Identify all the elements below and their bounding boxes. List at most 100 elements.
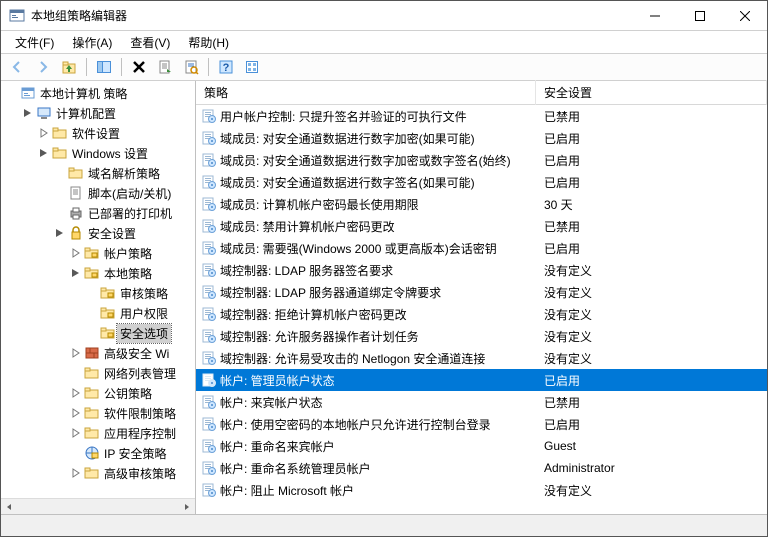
- expand-icon[interactable]: [69, 428, 83, 438]
- menu-action[interactable]: 操作(A): [64, 32, 120, 53]
- menu-help[interactable]: 帮助(H): [180, 32, 237, 53]
- properties-button[interactable]: [179, 55, 203, 79]
- tree-adv-security-win[interactable]: 高级安全 Wi: [67, 343, 195, 363]
- list-row[interactable]: 域控制器: 允许易受攻击的 Netlogon 安全通道连接没有定义: [196, 347, 767, 369]
- delete-button[interactable]: [127, 55, 151, 79]
- policy-item-icon: [200, 218, 218, 234]
- export-list-button[interactable]: [153, 55, 177, 79]
- column-header-policy[interactable]: 策略: [196, 80, 536, 105]
- tree-label: 本地策略: [101, 264, 155, 283]
- list-row[interactable]: 帐户: 阻止 Microsoft 帐户没有定义: [196, 479, 767, 501]
- tree-local-policies[interactable]: 本地策略: [67, 263, 195, 283]
- list-body[interactable]: 用户帐户控制: 只提升签名并验证的可执行文件已禁用域成员: 对安全通道数据进行数…: [196, 105, 767, 514]
- tree-ip-security[interactable]: IP 安全策略: [67, 443, 195, 463]
- refresh-button[interactable]: [240, 55, 264, 79]
- policy-item-icon: [200, 306, 218, 322]
- tree-computer-config[interactable]: 计算机配置: [19, 103, 195, 123]
- tree-label: 域名解析策略: [85, 164, 163, 183]
- tree-app-control[interactable]: 应用程序控制: [67, 423, 195, 443]
- list-row[interactable]: 域成员: 计算机帐户密码最长使用期限30 天: [196, 193, 767, 215]
- tree-label: IP 安全策略: [101, 444, 169, 463]
- policy-setting: 已禁用: [540, 108, 767, 125]
- policy-item-icon: [200, 152, 218, 168]
- tree-security-options[interactable]: 安全选项: [83, 323, 195, 343]
- policy-setting: 没有定义: [540, 482, 767, 499]
- policy-name: 域控制器: 拒绝计算机帐户密码更改: [218, 306, 540, 323]
- policy-item-icon: [200, 196, 218, 212]
- expand-icon[interactable]: [69, 408, 83, 418]
- forward-button[interactable]: [31, 55, 55, 79]
- expand-icon[interactable]: [37, 128, 51, 138]
- tree-software-restriction[interactable]: 软件限制策略: [67, 403, 195, 423]
- collapse-icon[interactable]: [69, 268, 83, 278]
- scroll-right-icon[interactable]: [179, 499, 195, 515]
- folder-lock-icon: [99, 325, 117, 341]
- printer-icon: [67, 205, 85, 221]
- list-row[interactable]: 帐户: 使用空密码的本地帐户只允许进行控制台登录已启用: [196, 413, 767, 435]
- up-button[interactable]: [57, 55, 81, 79]
- tree-security-settings[interactable]: 安全设置: [51, 223, 195, 243]
- list-row[interactable]: 用户帐户控制: 只提升签名并验证的可执行文件已禁用: [196, 105, 767, 127]
- window-title: 本地组策略编辑器: [31, 7, 632, 24]
- list-row[interactable]: 域成员: 对安全通道数据进行数字加密或数字签名(始终)已启用: [196, 149, 767, 171]
- policy-setting: 已启用: [540, 372, 767, 389]
- list-row[interactable]: 域成员: 禁用计算机帐户密码更改已禁用: [196, 215, 767, 237]
- expand-icon[interactable]: [69, 248, 83, 258]
- list-row[interactable]: 帐户: 重命名系统管理员帐户Administrator: [196, 457, 767, 479]
- policy-name: 域成员: 对安全通道数据进行数字签名(如果可能): [218, 174, 540, 191]
- policy-setting: 已启用: [540, 416, 767, 433]
- policy-setting: 没有定义: [540, 284, 767, 301]
- show-hide-tree-button[interactable]: [92, 55, 116, 79]
- tree-name-resolution[interactable]: 域名解析策略: [51, 163, 195, 183]
- expand-icon[interactable]: [69, 348, 83, 358]
- list-row[interactable]: 域控制器: 允许服务器操作者计划任务没有定义: [196, 325, 767, 347]
- policy-setting: 没有定义: [540, 350, 767, 367]
- tree-user-rights[interactable]: 用户权限: [83, 303, 195, 323]
- help-button[interactable]: ?: [214, 55, 238, 79]
- tree-public-key[interactable]: 公钥策略: [67, 383, 195, 403]
- list-row[interactable]: 域成员: 对安全通道数据进行数字加密(如果可能)已启用: [196, 127, 767, 149]
- list-row[interactable]: 帐户: 来宾帐户状态已禁用: [196, 391, 767, 413]
- list-row[interactable]: 域控制器: 拒绝计算机帐户密码更改没有定义: [196, 303, 767, 325]
- folder-lock-icon: [99, 285, 117, 301]
- window-controls: [632, 1, 767, 30]
- list-row[interactable]: 帐户: 管理员帐户状态已启用: [196, 369, 767, 391]
- list-row[interactable]: 域成员: 对安全通道数据进行数字签名(如果可能)已启用: [196, 171, 767, 193]
- tree-horizontal-scrollbar[interactable]: [1, 498, 195, 514]
- collapse-icon[interactable]: [53, 228, 67, 238]
- list-row[interactable]: 域控制器: LDAP 服务器通道绑定令牌要求没有定义: [196, 281, 767, 303]
- minimize-button[interactable]: [632, 1, 677, 30]
- scroll-left-icon[interactable]: [1, 499, 17, 515]
- tree-label: 已部署的打印机: [85, 204, 175, 223]
- collapse-icon[interactable]: [21, 108, 35, 118]
- tree-adv-audit[interactable]: 高级审核策略: [67, 463, 195, 483]
- tree-network-list-mgr[interactable]: 网络列表管理: [67, 363, 195, 383]
- menu-view[interactable]: 查看(V): [122, 32, 178, 53]
- tree-pane[interactable]: 本地计算机 策略 计算机配置: [1, 81, 196, 514]
- close-button[interactable]: [722, 1, 767, 30]
- policy-item-icon: [200, 438, 218, 454]
- list-row[interactable]: 域控制器: LDAP 服务器签名要求没有定义: [196, 259, 767, 281]
- list-row[interactable]: 帐户: 重命名来宾帐户Guest: [196, 435, 767, 457]
- tree-deployed-printers[interactable]: 已部署的打印机: [51, 203, 195, 223]
- tree-label: 脚本(启动/关机): [85, 184, 174, 203]
- svg-text:?: ?: [223, 62, 230, 74]
- titlebar: 本地组策略编辑器: [1, 1, 767, 31]
- collapse-icon[interactable]: [37, 148, 51, 158]
- menubar: 文件(F) 操作(A) 查看(V) 帮助(H): [1, 31, 767, 53]
- tree-software-settings[interactable]: 软件设置: [35, 123, 195, 143]
- back-button[interactable]: [5, 55, 29, 79]
- tree-label: Windows 设置: [69, 144, 151, 163]
- column-header-setting[interactable]: 安全设置: [536, 80, 767, 105]
- list-row[interactable]: 域成员: 需要强(Windows 2000 或更高版本)会话密钥已启用: [196, 237, 767, 259]
- expand-icon[interactable]: [69, 388, 83, 398]
- tree-root[interactable]: 本地计算机 策略: [3, 83, 195, 103]
- menu-file[interactable]: 文件(F): [7, 32, 62, 53]
- tree-windows-settings[interactable]: Windows 设置: [35, 143, 195, 163]
- policy-item-icon: [200, 108, 218, 124]
- expand-icon[interactable]: [69, 468, 83, 478]
- tree-scripts[interactable]: 脚本(启动/关机): [51, 183, 195, 203]
- tree-account-policies[interactable]: 帐户策略: [67, 243, 195, 263]
- tree-audit-policy[interactable]: 审核策略: [83, 283, 195, 303]
- maximize-button[interactable]: [677, 1, 722, 30]
